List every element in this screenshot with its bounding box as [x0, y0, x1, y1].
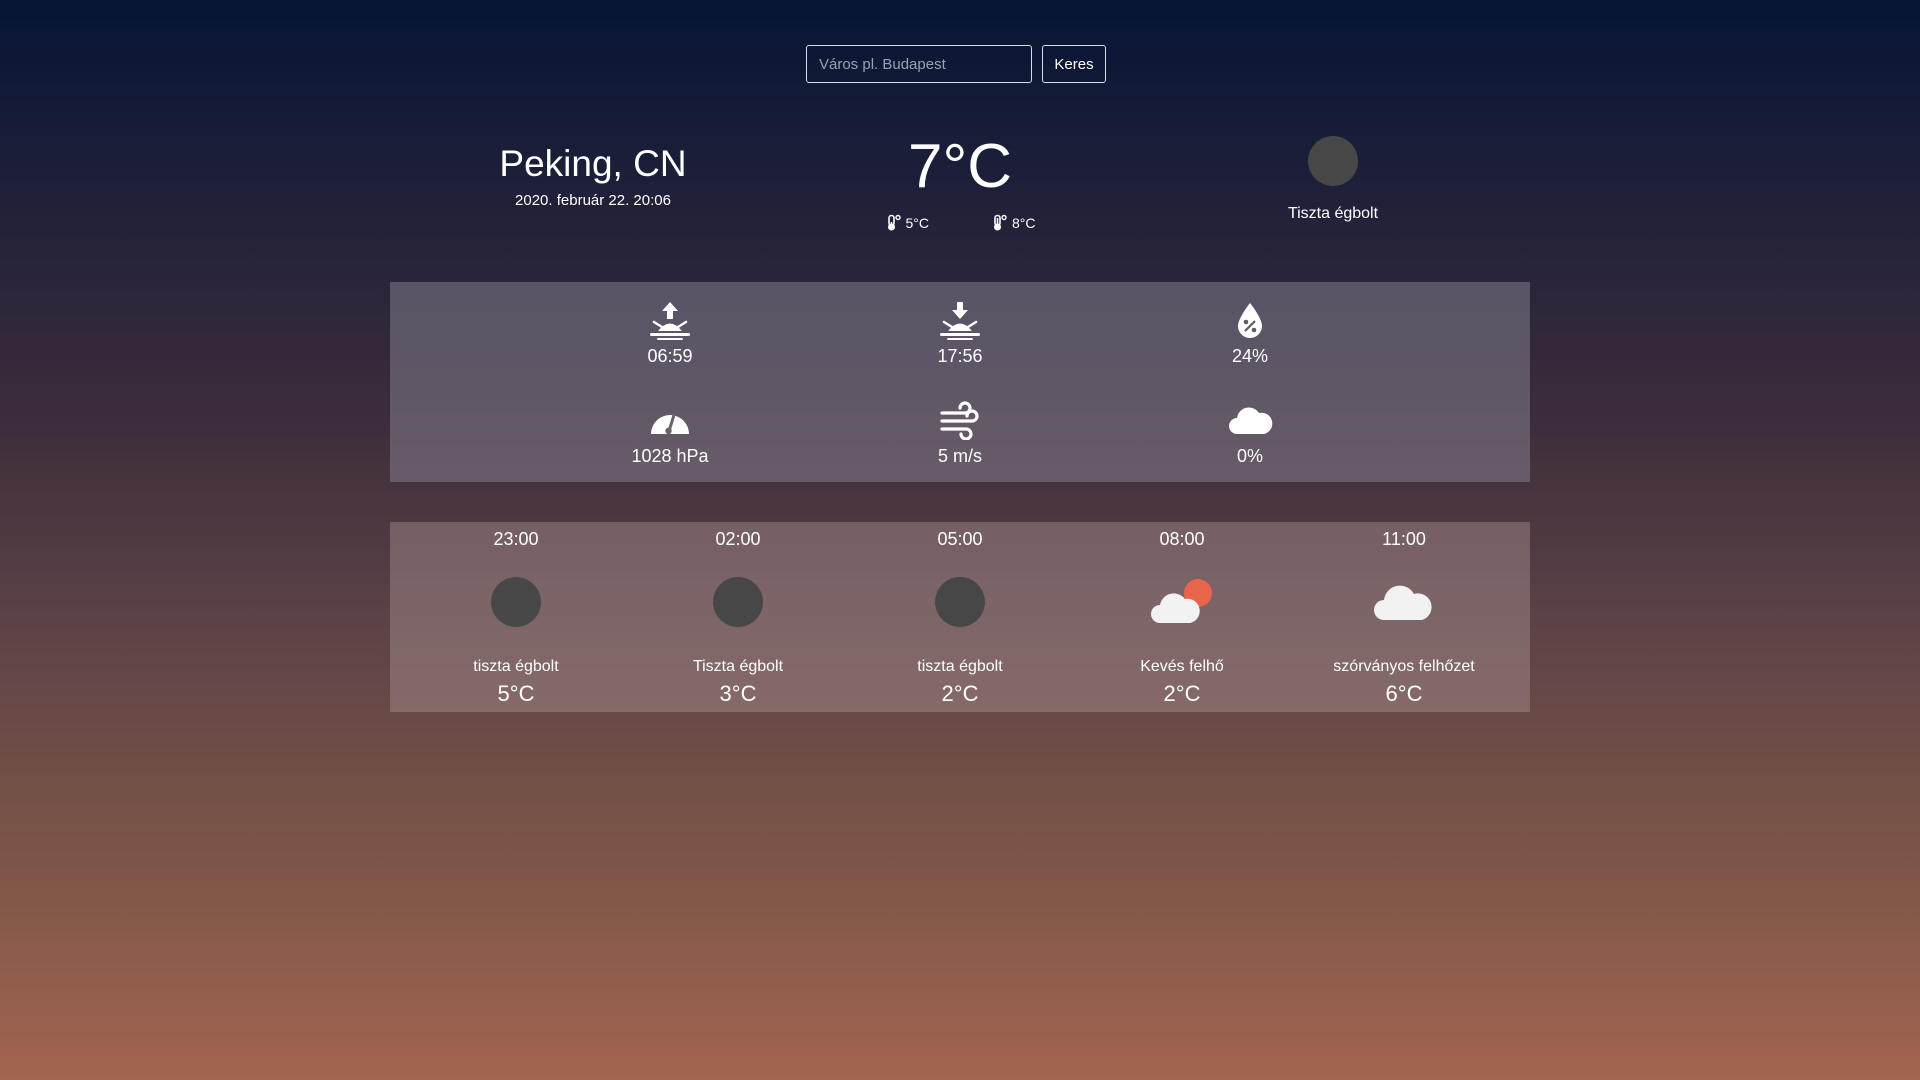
pressure-gauge-icon: [651, 413, 689, 435]
current-condition: Tiszta égbolt: [1287, 205, 1379, 222]
forecast-time: 05:00: [937, 529, 983, 549]
forecast-temperature: 5°C: [497, 681, 535, 706]
details-panel: 06:59 17:56 24% 1028 hPa 5 m/s 0%: [390, 282, 1530, 482]
cloudiness-value: 0%: [1236, 446, 1263, 466]
forecast-description: Kevés felhő: [1140, 658, 1224, 675]
forecast-item: 02:00 Tiszta égbolt 3°C: [628, 522, 848, 707]
search-input[interactable]: [806, 45, 1032, 83]
humidity-detail: 24%: [1170, 300, 1330, 367]
moon-icon: [1308, 136, 1358, 186]
current-datetime: 2020. február 22. 20:06: [515, 192, 671, 209]
forecast-temperature: 3°C: [719, 681, 757, 706]
cloudiness-detail: 0%: [1170, 400, 1330, 467]
forecast-description: szórványos felhőzet: [1333, 658, 1475, 675]
city-name: Peking, CN: [499, 143, 687, 184]
forecast-description: tiszta égbolt: [917, 658, 1003, 675]
current-temperature-block: 7°C 5°C 8°C: [860, 128, 1060, 232]
sunrise-value: 06:59: [647, 346, 693, 366]
current-temperature: 7°C: [907, 132, 1013, 201]
temp-min-value: 5°C: [905, 215, 930, 231]
temp-max-value: 8°C: [1012, 215, 1036, 231]
forecast-description: Tiszta égbolt: [692, 658, 784, 675]
humidity-value: 24%: [1231, 346, 1269, 366]
current-condition-block: Tiszta égbolt: [1233, 136, 1433, 223]
forecast-time: 08:00: [1159, 529, 1205, 549]
forecast-panel: 23:00 tiszta égbolt 5°C 02:00 Tiszta égb…: [390, 522, 1530, 712]
forecast-item: 11:00 szórványos felhőzet 6°C: [1294, 522, 1514, 707]
thermometer-high-icon: [994, 214, 1007, 231]
moon-icon: [713, 577, 763, 627]
cloud-sun-icon: [1151, 579, 1212, 623]
forecast-temperature: 2°C: [941, 681, 979, 706]
search-button[interactable]: Keres: [1042, 45, 1106, 83]
forecast-temperature: 2°C: [1163, 681, 1201, 706]
sunset-icon: [940, 302, 980, 340]
moon-icon: [491, 577, 541, 627]
forecast-item: 23:00 tiszta égbolt 5°C: [406, 522, 626, 707]
forecast-temperature: 6°C: [1385, 681, 1423, 706]
temp-range: 5°C 8°C: [860, 214, 1060, 232]
wind-value: 5 m/s: [937, 446, 982, 466]
location-block: Peking, CN 2020. február 22. 20:06: [493, 140, 693, 209]
pressure-detail: 1028 hPa: [590, 400, 750, 467]
wind-icon: [940, 401, 979, 440]
cloud-icon: [1374, 585, 1432, 620]
forecast-item: 08:00 Kevés felhő 2°C: [1072, 522, 1292, 707]
forecast-description: tiszta égbolt: [473, 658, 559, 675]
search-bar: Keres: [806, 45, 1106, 83]
forecast-time: 23:00: [493, 529, 539, 549]
cloud-icon: [1229, 407, 1273, 434]
forecast-time: 02:00: [715, 529, 761, 549]
moon-icon: [935, 577, 985, 627]
temp-max: 8°C: [991, 214, 1036, 232]
thermometer-low-icon: [887, 214, 901, 231]
forecast-time: 11:00: [1382, 529, 1426, 549]
sunset-detail: 17:56: [880, 300, 1040, 367]
temp-min: 5°C: [885, 214, 930, 232]
humidity-drop-icon: [1238, 303, 1262, 338]
sunset-value: 17:56: [937, 346, 983, 366]
forecast-item: 05:00 tiszta égbolt 2°C: [850, 522, 1070, 707]
sunrise-icon: [650, 302, 690, 340]
sunrise-detail: 06:59: [590, 300, 750, 367]
pressure-value: 1028 hPa: [631, 446, 709, 466]
wind-detail: 5 m/s: [880, 400, 1040, 467]
